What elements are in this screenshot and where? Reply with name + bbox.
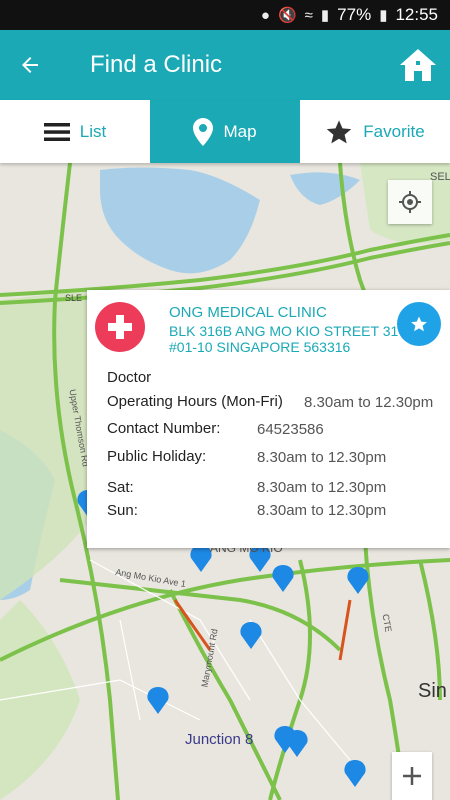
back-button[interactable] — [0, 30, 60, 100]
clinic-logo — [95, 302, 145, 352]
status-bar: ● 🔇 ≈ ▮ 77% ▮ 12:55 — [0, 0, 450, 30]
map-label-sel: SEL — [430, 171, 450, 183]
medical-cross-icon — [108, 315, 132, 339]
star-icon — [411, 316, 427, 332]
menu-icon — [43, 122, 70, 141]
battery-icon: ▮ — [379, 7, 388, 24]
clinic-name: ONG MEDICAL CLINIC — [169, 304, 327, 321]
home-icon — [400, 49, 436, 81]
battery-percent: 77% — [337, 5, 372, 24]
public-holiday-label: Public Holiday: — [107, 448, 207, 465]
sun-value: 8.30am to 12.30pm — [257, 502, 387, 519]
tab-map[interactable]: Map — [150, 100, 300, 163]
tab-list[interactable]: List — [0, 100, 150, 163]
sun-label: Sun: — [107, 502, 138, 519]
map-label-sle: SLE — [65, 293, 83, 303]
map-pin-icon — [193, 117, 214, 146]
app-bar: Find a Clinic — [0, 30, 450, 100]
contact-label: Contact Number: — [107, 420, 221, 437]
clinic-address: BLK 316B ANG MO KIO STREET 31 #01-10 SIN… — [169, 323, 399, 355]
clinic-info-popup[interactable]: ONG MEDICAL CLINIC BLK 316B ANG MO KIO S… — [87, 290, 450, 548]
home-button[interactable] — [388, 30, 448, 100]
map-label-sin: Sin — [418, 680, 447, 702]
plus-icon — [403, 767, 421, 785]
star-icon — [327, 119, 352, 143]
tab-favorite[interactable]: Favorite — [300, 100, 450, 163]
clinic-type: Doctor — [107, 369, 152, 386]
tab-bar: List Map Favorite — [0, 100, 450, 163]
operating-hours-value: 8.30am to 12.30pm — [304, 394, 434, 411]
add-favorite-button[interactable] — [397, 302, 441, 346]
zoom-in-button[interactable] — [392, 752, 432, 800]
crosshair-icon — [399, 191, 421, 213]
back-arrow-icon — [22, 57, 38, 73]
public-holiday-value: 8.30am to 12.30pm — [257, 449, 387, 466]
tab-map-label: Map — [223, 121, 257, 141]
page-title: Find a Clinic — [90, 51, 223, 78]
location-status-icon: ● — [260, 6, 270, 24]
tab-favorite-label: Favorite — [363, 121, 425, 141]
mute-icon: 🔇 — [277, 7, 297, 24]
tab-list-label: List — [79, 121, 107, 141]
operating-hours-label: Operating Hours (Mon-Fri) — [107, 393, 283, 410]
wifi-icon: ≈ — [304, 6, 313, 24]
contact-value[interactable]: 64523586 — [257, 421, 324, 438]
sat-label: Sat: — [107, 479, 134, 496]
sat-value: 8.30am to 12.30pm — [257, 479, 387, 496]
signal-icon: ▮ — [320, 7, 330, 24]
clock: 12:55 — [395, 5, 438, 24]
my-location-button[interactable] — [388, 180, 432, 224]
map-label-junction: Junction 8 — [185, 731, 254, 748]
